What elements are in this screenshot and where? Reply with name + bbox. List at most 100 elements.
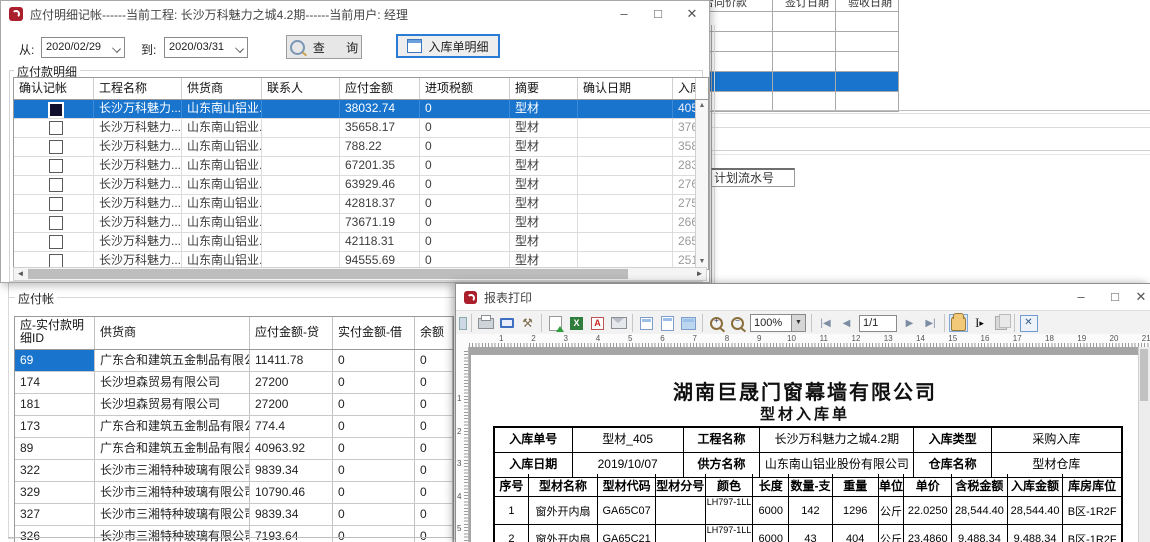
scroll-right-icon[interactable]: ► [693, 268, 706, 280]
export-mail-icon[interactable] [609, 314, 628, 332]
plan-serial-field[interactable]: 计划流水号 [711, 168, 795, 187]
options-icon[interactable]: ⚒ [518, 314, 537, 332]
table-row[interactable] [691, 31, 899, 51]
scrollbar-thumb[interactable] [28, 269, 628, 279]
table-row[interactable]: 69广东合和建筑五金制品有限公司11411.7800 [15, 350, 453, 372]
next-page-icon[interactable]: ▶ [900, 314, 919, 332]
column-header: 单价 [904, 474, 952, 496]
query-button[interactable]: 查 询 [286, 35, 362, 59]
cell [578, 157, 673, 175]
minimize-button[interactable]: – [1064, 286, 1098, 308]
zoom-out-icon[interactable]: − [728, 314, 747, 332]
page-number-input[interactable]: 1/1 [859, 315, 897, 332]
page-setup-icon[interactable] [497, 314, 516, 332]
scroll-up-icon[interactable]: ▲ [696, 100, 708, 112]
table-row[interactable]: 329长沙市三湘特种玻璃有限公司10790.4600 [15, 482, 453, 504]
table-row[interactable]: 长沙万科魅力...山东南山铝业...67201.350型材283 [14, 157, 708, 176]
table-row[interactable]: 长沙万科魅力...山东南山铝业...42818.370型材275 [14, 195, 708, 214]
minimize-button[interactable]: – [607, 3, 641, 25]
win1-titlebar[interactable]: 应付明细记帐------当前工程: 长沙万科魅力之城4.2期------当前用户… [1, 1, 709, 27]
cell: 公斤 [879, 497, 905, 524]
table-row[interactable] [691, 91, 899, 111]
table-row[interactable] [691, 11, 899, 31]
last-page-icon[interactable]: ▶| [921, 314, 940, 332]
ruler-number: 21 [1142, 334, 1150, 343]
copy-icon[interactable] [991, 314, 1010, 332]
confirm-checkbox[interactable] [49, 140, 63, 154]
text-select-tool-icon[interactable]: I [970, 314, 989, 332]
table-row[interactable]: 181长沙坦森贸易有限公司2720000 [15, 394, 453, 416]
cell: 358 [673, 138, 696, 156]
table-row[interactable]: 长沙万科魅力...山东南山铝业...38032.740型材405 [14, 100, 708, 119]
report-titlebar[interactable]: 报表打印 – □ ✕ [456, 284, 1150, 310]
table-row[interactable]: 327长沙市三湘特种玻璃有限公司9839.3400 [15, 504, 453, 526]
confirm-checkbox[interactable] [49, 178, 63, 192]
table-row[interactable]: 长沙万科魅力...山东南山铝业...35658.170型材376 [14, 119, 708, 138]
to-date-select[interactable]: 2020/03/31 [164, 37, 248, 58]
first-page-icon[interactable]: |◀ [816, 314, 835, 332]
table-row[interactable]: 322长沙市三湘特种玻璃有限公司9839.3400 [15, 460, 453, 482]
cell: 长沙万科魅力... [94, 157, 182, 175]
ruler-number: 15 [948, 334, 957, 343]
cell [578, 176, 673, 194]
table-row[interactable]: 长沙万科魅力...山东南山铝业...42118.310型材265 [14, 233, 708, 252]
scrollbar-thumb[interactable] [1140, 349, 1148, 401]
horizontal-scrollbar[interactable]: ◄ ► [13, 267, 707, 281]
table-row[interactable]: 326长沙市三湘特种玻璃有限公司7193.6400 [15, 526, 453, 542]
maximize-button[interactable]: □ [641, 3, 675, 25]
table-row[interactable] [691, 51, 899, 71]
cell: 型材 [510, 157, 578, 175]
ruler-number: 20 [1110, 334, 1119, 343]
ruler-number: 8 [725, 334, 729, 343]
confirm-checkbox[interactable] [49, 121, 63, 135]
table-row[interactable]: 174长沙坦森贸易有限公司2720000 [15, 372, 453, 394]
table-row[interactable]: 长沙万科魅力...山东南山铝业...73671.190型材266 [14, 214, 708, 233]
cell: 9,488.34 [952, 525, 1008, 542]
confirm-checkbox[interactable] [49, 254, 63, 268]
confirm-checkbox[interactable] [49, 216, 63, 230]
confirm-checkbox[interactable] [49, 159, 63, 173]
cell: 0 [333, 526, 415, 542]
multipage-view-icon[interactable] [679, 314, 698, 332]
confirm-checkbox[interactable] [48, 102, 64, 118]
single-page-view-icon[interactable] [637, 314, 656, 332]
preview-vertical-scrollbar[interactable] [1138, 347, 1150, 542]
cell: 0 [415, 482, 453, 503]
hand-tool-icon[interactable] [949, 314, 968, 332]
confirm-checkbox[interactable] [49, 235, 63, 249]
from-date-value: 2020/02/29 [46, 41, 101, 53]
confirm-checkbox[interactable] [49, 197, 63, 211]
cell: 0 [333, 372, 415, 393]
table-row[interactable]: 89广东合和建筑五金制品有限公司40963.9200 [15, 438, 453, 460]
detail-row: 2窗外开内扇GA65C21LH797-1LL600043404公斤23.4860… [495, 525, 1121, 542]
zoom-in-icon[interactable]: + [707, 314, 726, 332]
cell: 27200 [250, 394, 333, 415]
inbound-detail-button[interactable]: 入库单明细 [396, 34, 500, 58]
cell: 275 [673, 195, 696, 213]
print-icon[interactable] [476, 314, 495, 332]
table-row[interactable]: 173广东合和建筑五金制品有限公司774.400 [15, 416, 453, 438]
prev-page-icon[interactable]: ◀ [837, 314, 856, 332]
cell: 11411.78 [250, 350, 333, 371]
background-window-fragment: 合同价款签订日期验收日期 计划流水号 [690, 0, 1150, 283]
export-excel-icon[interactable]: X [567, 314, 586, 332]
cell [262, 195, 340, 213]
export-icon[interactable] [546, 314, 565, 332]
cell: 0 [415, 438, 453, 459]
close-preview-icon[interactable]: ✕ [1019, 314, 1038, 332]
table-row[interactable]: 长沙万科魅力...山东南山铝业...63929.460型材276 [14, 176, 708, 195]
close-button[interactable]: ✕ [675, 3, 709, 25]
maximize-button[interactable]: □ [1098, 286, 1132, 308]
scroll-left-icon[interactable]: ◄ [14, 268, 27, 280]
table-row[interactable] [691, 71, 899, 91]
cell: 774.4 [250, 416, 333, 437]
from-date-select[interactable]: 2020/02/29 [41, 37, 125, 58]
close-button[interactable]: ✕ [1132, 286, 1150, 308]
export-pdf-icon[interactable]: A [588, 314, 607, 332]
zoom-combobox[interactable]: 100% ▼ [750, 314, 806, 332]
continuous-view-icon[interactable] [658, 314, 677, 332]
report-preview-area[interactable]: 123456 湖南巨晟门窗幕墙有限公司 型材入库单 入库单号型材_405工程名称… [456, 347, 1150, 542]
report-toolbar: ⚒ X A + − 100% ▼ |◀ ◀ 1/1 ▶ ▶| I [456, 310, 1150, 336]
vertical-scrollbar[interactable]: ▲ ▼ [695, 100, 708, 268]
table-row[interactable]: 长沙万科魅力...山东南山铝业...788.220型材358 [14, 138, 708, 157]
